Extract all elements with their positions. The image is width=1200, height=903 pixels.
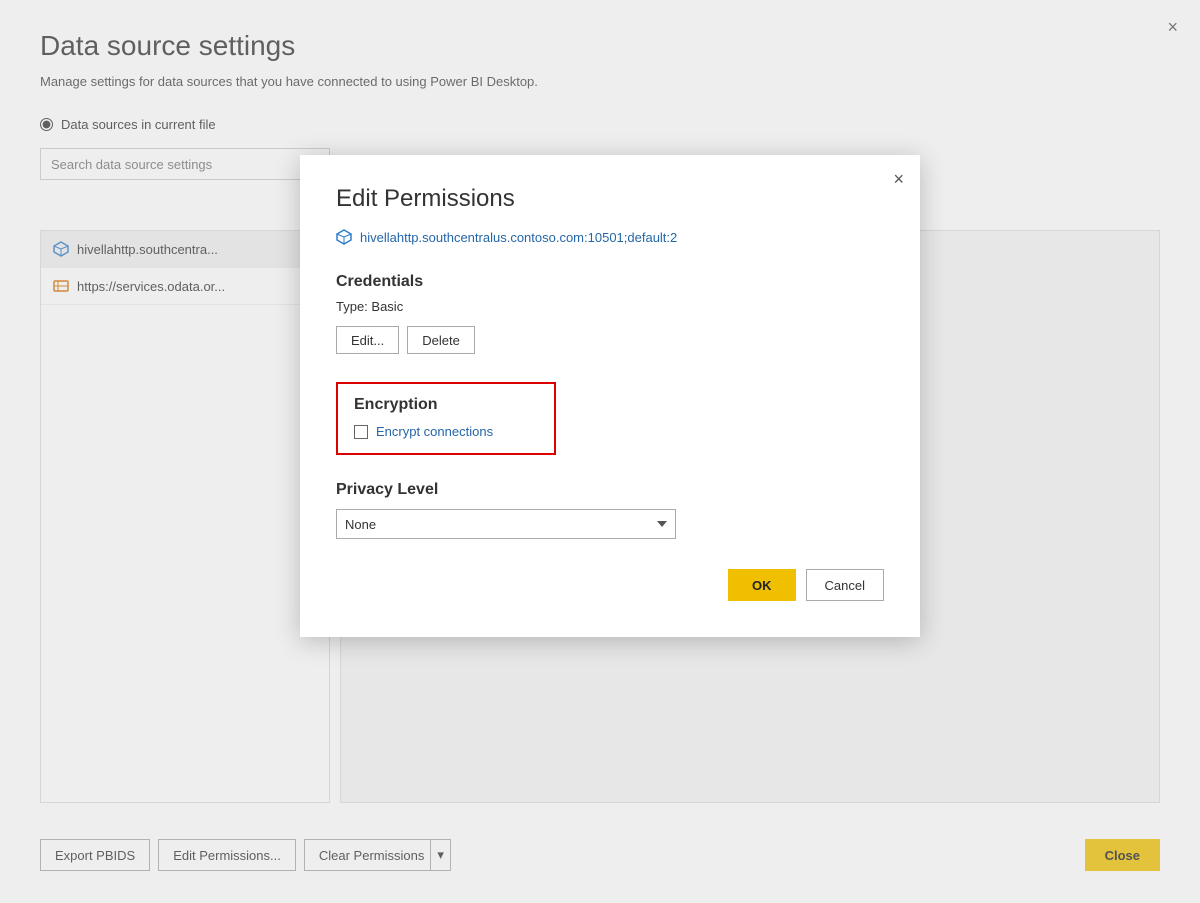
cancel-button[interactable]: Cancel [806,569,884,601]
ok-button[interactable]: OK [728,569,796,601]
delete-credentials-button[interactable]: Delete [407,326,475,354]
privacy-level-select[interactable]: None Public Organizational Private [336,509,676,539]
modal-hive-icon [336,229,352,245]
credentials-type: Type: Basic [336,299,884,314]
credentials-buttons: Edit... Delete [336,326,884,354]
credentials-section-title: Credentials [336,273,884,291]
privacy-section-title: Privacy Level [336,481,884,499]
encrypt-checkbox-row: Encrypt connections [354,424,538,439]
encryption-section: Encryption Encrypt connections [336,382,556,455]
privacy-section: Privacy Level None Public Organizational… [336,481,884,539]
modal-title: Edit Permissions [336,185,884,213]
modal-bottom-buttons: OK Cancel [336,569,884,601]
encryption-title: Encryption [354,396,538,414]
encrypt-connections-label[interactable]: Encrypt connections [376,424,493,439]
modal-datasource-url[interactable]: hivellahttp.southcentralus.contoso.com:1… [360,230,677,245]
modal-close-button[interactable]: × [893,169,904,190]
modal-datasource-row: hivellahttp.southcentralus.contoso.com:1… [336,229,884,245]
edit-credentials-button[interactable]: Edit... [336,326,399,354]
edit-permissions-modal: × Edit Permissions hivellahttp.southcent… [300,155,920,637]
encrypt-connections-checkbox[interactable] [354,425,368,439]
